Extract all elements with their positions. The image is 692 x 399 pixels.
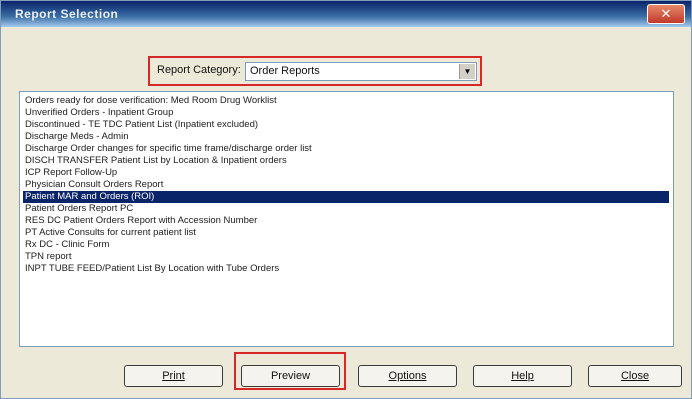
preview-button-label: Preview: [270, 370, 311, 382]
report-category-value: Order Reports: [250, 65, 320, 77]
report-list[interactable]: Orders ready for dose verification: Med …: [19, 91, 674, 347]
report-list-item-selected[interactable]: Patient MAR and Orders (ROI): [23, 191, 669, 203]
report-list-item[interactable]: ICP Report Follow-Up: [23, 167, 669, 179]
report-list-item[interactable]: Patient Orders Report PC: [23, 203, 669, 215]
report-list-item[interactable]: Orders ready for dose verification: Med …: [23, 95, 669, 107]
close-icon: ✕: [660, 6, 672, 21]
print-button[interactable]: Print: [124, 365, 223, 387]
report-list-item[interactable]: Discharge Order changes for specific tim…: [23, 143, 669, 155]
help-button-label: Help: [511, 370, 534, 382]
report-list-item[interactable]: Unverified Orders - Inpatient Group: [23, 107, 669, 119]
title-bar[interactable]: Report Selection ✕: [1, 1, 691, 27]
report-category-select[interactable]: Order Reports ▼: [245, 62, 477, 81]
help-button[interactable]: Help: [473, 365, 572, 387]
window-title: Report Selection: [15, 7, 119, 21]
options-button-label: Options: [388, 370, 427, 382]
report-list-item[interactable]: Discontinued - TE TDC Patient List (Inpa…: [23, 119, 669, 131]
report-list-item[interactable]: Physician Consult Orders Report: [23, 179, 669, 191]
close-button[interactable]: Close: [588, 365, 682, 387]
report-list-item[interactable]: RES DC Patient Orders Report with Access…: [23, 215, 669, 227]
report-category-filter: Report Category: Order Reports ▼: [148, 56, 482, 86]
preview-button[interactable]: Preview: [241, 365, 340, 387]
report-category-label: Report Category:: [157, 64, 241, 76]
dropdown-arrow-button[interactable]: ▼: [459, 64, 475, 79]
close-button-label: Close: [620, 370, 650, 382]
report-list-item[interactable]: TPN report: [23, 251, 669, 263]
report-list-item[interactable]: PT Active Consults for current patient l…: [23, 227, 669, 239]
report-selection-dialog: Report Selection ✕ Report Category: Orde…: [0, 0, 692, 399]
report-list-item[interactable]: INPT TUBE FEED/Patient List By Location …: [23, 263, 669, 275]
options-button[interactable]: Options: [358, 365, 457, 387]
print-button-label: Print: [162, 370, 185, 382]
chevron-down-icon: ▼: [463, 67, 472, 76]
window-close-button[interactable]: ✕: [647, 4, 685, 24]
report-list-item[interactable]: DISCH TRANSFER Patient List by Location …: [23, 155, 669, 167]
report-list-item[interactable]: Discharge Meds - Admin: [23, 131, 669, 143]
report-list-item[interactable]: Rx DC - Clinic Form: [23, 239, 669, 251]
